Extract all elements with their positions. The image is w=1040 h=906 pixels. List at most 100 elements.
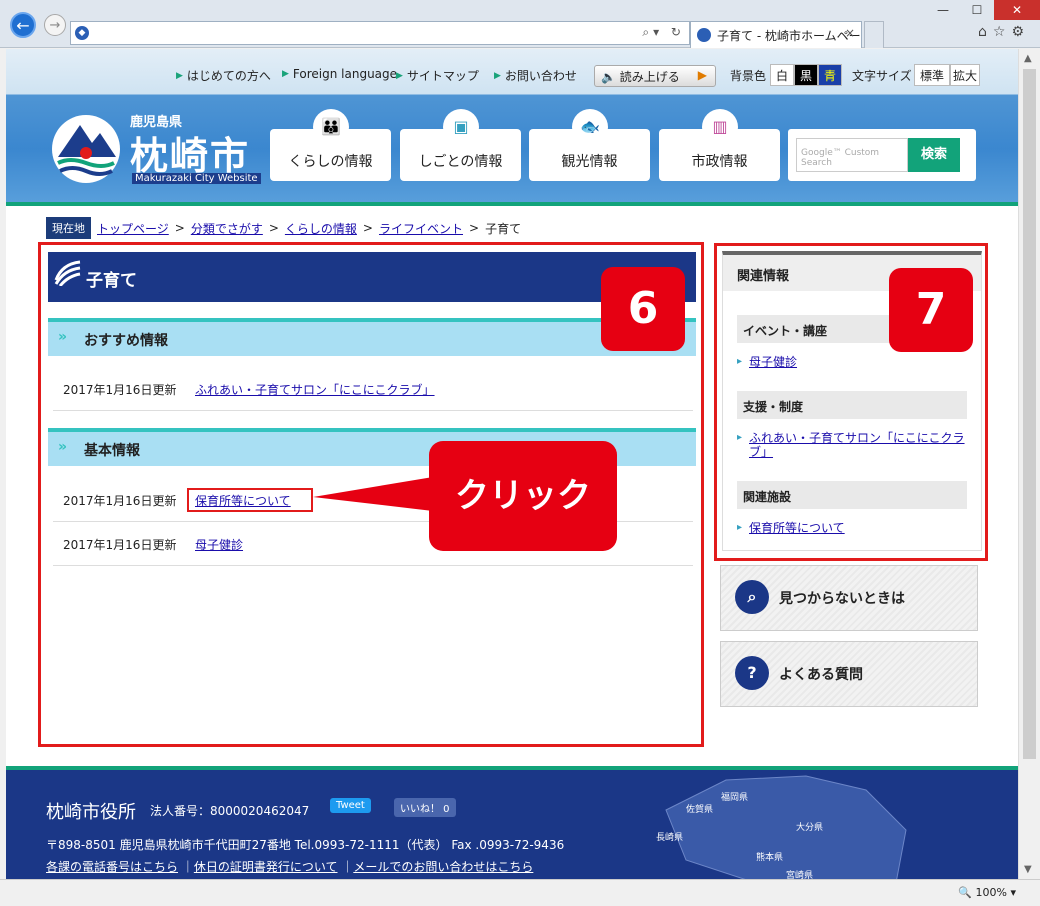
site-favicon-icon: ◆ bbox=[75, 26, 89, 40]
util-link-sitemap[interactable]: ▶ サイトマップ bbox=[396, 67, 479, 84]
annotation-badge-6: 6 bbox=[601, 267, 685, 351]
related-info-area: 関連情報 イベント・講座 母子健診 支援・制度 ふれあい・子育てサロン「にこにこ… bbox=[714, 243, 988, 561]
section-title: おすすめ情報 bbox=[84, 333, 168, 349]
tab-title: 子育て - 枕崎市ホームページ bbox=[717, 29, 862, 43]
click-highlight-box bbox=[187, 488, 313, 512]
chevron-right-icon: » bbox=[58, 329, 68, 345]
util-link-label: サイトマップ bbox=[406, 69, 479, 83]
update-date: 2017年1月16日更新 bbox=[63, 494, 177, 508]
minimize-icon[interactable]: — bbox=[926, 0, 960, 20]
util-link-contact[interactable]: ▶ お問い合わせ bbox=[494, 67, 577, 84]
article-link[interactable]: 母子健診 bbox=[195, 536, 243, 553]
menu-label: 観光情報 bbox=[561, 154, 618, 170]
search-button[interactable]: 検索 bbox=[908, 138, 960, 172]
close-window-icon[interactable]: ✕ bbox=[994, 0, 1040, 20]
site-header: ▶ はじめての方へ ▶ Foreign language ▶ サイトマップ ▶ お問い合… bbox=[6, 49, 1018, 206]
bg-black-button[interactable]: 黒 bbox=[794, 64, 818, 86]
footer-link[interactable]: 各課の電話番号はこちら bbox=[46, 860, 178, 874]
page-title-text: 子育て bbox=[86, 271, 137, 291]
font-normal-button[interactable]: 標準 bbox=[914, 64, 950, 86]
related-link[interactable]: 母子健診 bbox=[737, 355, 969, 369]
list-item: 2017年1月16日更新 ふれあい・子育てサロン「にこにこクラブ」 bbox=[53, 367, 693, 411]
kyushu-map: 福岡県 佐賀県 大分県 長崎県 熊本県 宮崎県 bbox=[656, 775, 907, 879]
bg-color-label: 背景色 bbox=[730, 69, 767, 83]
tab-favicon-icon bbox=[697, 28, 711, 42]
city-logo[interactable]: 鹿児島県 枕崎市 Makurazaki City Website bbox=[46, 111, 261, 189]
status-bar: 🔍 100% ▾ bbox=[0, 879, 1040, 906]
click-callout: クリック bbox=[429, 441, 617, 551]
vertical-scrollbar[interactable]: ▲ ▼ bbox=[1018, 49, 1040, 879]
map-label: 佐賀県 bbox=[686, 803, 713, 815]
triangle-icon: ▶ bbox=[396, 70, 403, 81]
maximize-icon[interactable]: ☐ bbox=[960, 0, 994, 20]
article-link[interactable]: ふれあい・子育てサロン「にこにこクラブ」 bbox=[195, 381, 435, 398]
related-group-title: 関連施設 bbox=[737, 481, 967, 509]
address-bar[interactable]: ◆ ⌕▾ ↻ bbox=[70, 21, 690, 45]
bg-white-button[interactable]: 白 bbox=[770, 64, 794, 86]
menu-label: 市政情報 bbox=[691, 154, 748, 170]
footer-link[interactable]: 休日の証明書発行について bbox=[194, 860, 338, 874]
menu-tourism[interactable]: 🐟 観光情報 bbox=[529, 109, 650, 181]
tweet-button[interactable]: Tweet bbox=[330, 798, 371, 813]
not-found-label: 見つからないときは bbox=[779, 591, 905, 607]
city-emblem-icon bbox=[52, 115, 120, 183]
breadcrumb-link[interactable]: ライフイベント bbox=[379, 220, 463, 237]
breadcrumb-sep: > bbox=[268, 221, 279, 235]
footer-address: 〒898-8501 鹿児島県枕崎市千代田町27番地 Tel.0993-72-11… bbox=[46, 838, 565, 852]
breadcrumb-link[interactable]: くらしの情報 bbox=[285, 220, 357, 237]
search-help-icon: ⌕ bbox=[735, 580, 769, 614]
tab-close-icon[interactable]: × bbox=[845, 26, 855, 40]
menu-work[interactable]: ▣ しごとの情報 bbox=[400, 109, 521, 181]
update-date: 2017年1月16日更新 bbox=[63, 383, 177, 397]
fish-icon: 🐟 bbox=[572, 109, 608, 145]
scroll-up-icon[interactable]: ▲ bbox=[1024, 53, 1032, 64]
font-size-label: 文字サイズ bbox=[852, 69, 912, 83]
search-input[interactable]: Google™ Custom Search bbox=[796, 138, 908, 172]
speaker-icon: 🔈 bbox=[601, 70, 616, 84]
new-tab-button[interactable] bbox=[864, 21, 884, 48]
map-label: 福岡県 bbox=[721, 791, 748, 803]
related-link[interactable]: ふれあい・子育てサロン「にこにこクラブ」 bbox=[737, 431, 969, 459]
browser-tools-icons[interactable]: ⌂☆⚙ bbox=[978, 24, 1030, 40]
building-icon: ▥ bbox=[702, 109, 738, 145]
breadcrumb-sep: > bbox=[362, 221, 373, 235]
triangle-icon: ▶ bbox=[176, 70, 183, 81]
footer-link[interactable]: メールでのお問い合わせはこちら bbox=[353, 860, 533, 874]
util-link-foreign[interactable]: ▶ Foreign language bbox=[282, 67, 397, 81]
breadcrumb-sep: > bbox=[469, 221, 480, 235]
menu-city-admin[interactable]: ▥ 市政情報 bbox=[659, 109, 780, 181]
not-found-button[interactable]: ⌕ 見つからないときは bbox=[720, 565, 978, 631]
browser-tab[interactable]: 子育て - 枕崎市ホームページ × bbox=[690, 21, 862, 48]
address-tools-icon[interactable]: ⌕▾ ↻ bbox=[642, 25, 685, 40]
zoom-level[interactable]: 🔍 100% ▾ bbox=[958, 886, 1016, 899]
breadcrumb-current: 子育て bbox=[485, 221, 522, 236]
section-title: 基本情報 bbox=[84, 443, 140, 459]
forward-button[interactable]: → bbox=[44, 14, 66, 36]
browser-chrome: ← → ◆ ⌕▾ ↻ 子育て - 枕崎市ホームページ × — ☐ ✕ ⌂☆⚙ bbox=[0, 0, 1040, 48]
util-link-label: Foreign language bbox=[292, 67, 398, 81]
bg-blue-button[interactable]: 青 bbox=[818, 64, 842, 86]
question-icon: ? bbox=[735, 656, 769, 690]
related-link[interactable]: 保育所等について bbox=[737, 521, 969, 535]
page-title: 子育て bbox=[48, 252, 696, 302]
util-link-guide[interactable]: ▶ はじめての方へ bbox=[176, 67, 271, 84]
back-button[interactable]: ← bbox=[10, 12, 36, 38]
util-link-label: お問い合わせ bbox=[504, 69, 577, 83]
scroll-down-icon[interactable]: ▼ bbox=[1024, 864, 1032, 875]
scroll-thumb[interactable] bbox=[1023, 69, 1036, 759]
menu-living[interactable]: 👪 くらしの情報 bbox=[270, 109, 391, 181]
breadcrumb-sep: > bbox=[174, 221, 185, 235]
wave-icon bbox=[54, 260, 81, 286]
main-content-area: 子育て » おすすめ情報 2017年1月16日更新 ふれあい・子育てサロン「にこ… bbox=[38, 242, 704, 747]
breadcrumb: 現在地 トップページ > 分類でさがす > くらしの情報 > ライフイベント > 子育て bbox=[46, 217, 521, 239]
breadcrumb-link[interactable]: 分類でさがす bbox=[191, 220, 263, 237]
breadcrumb-link[interactable]: トップページ bbox=[97, 220, 169, 237]
family-icon: 👪 bbox=[313, 109, 349, 145]
triangle-icon: ▶ bbox=[494, 70, 501, 81]
triangle-icon: ▶ bbox=[282, 69, 289, 79]
read-aloud-button[interactable]: 🔈 読み上げる ▶ bbox=[594, 65, 716, 87]
facebook-like-button[interactable]: いいね！ 0 bbox=[394, 798, 456, 817]
read-aloud-label: 読み上げる bbox=[619, 70, 680, 84]
faq-button[interactable]: ? よくある質問 bbox=[720, 641, 978, 707]
font-large-button[interactable]: 拡大 bbox=[950, 64, 980, 86]
